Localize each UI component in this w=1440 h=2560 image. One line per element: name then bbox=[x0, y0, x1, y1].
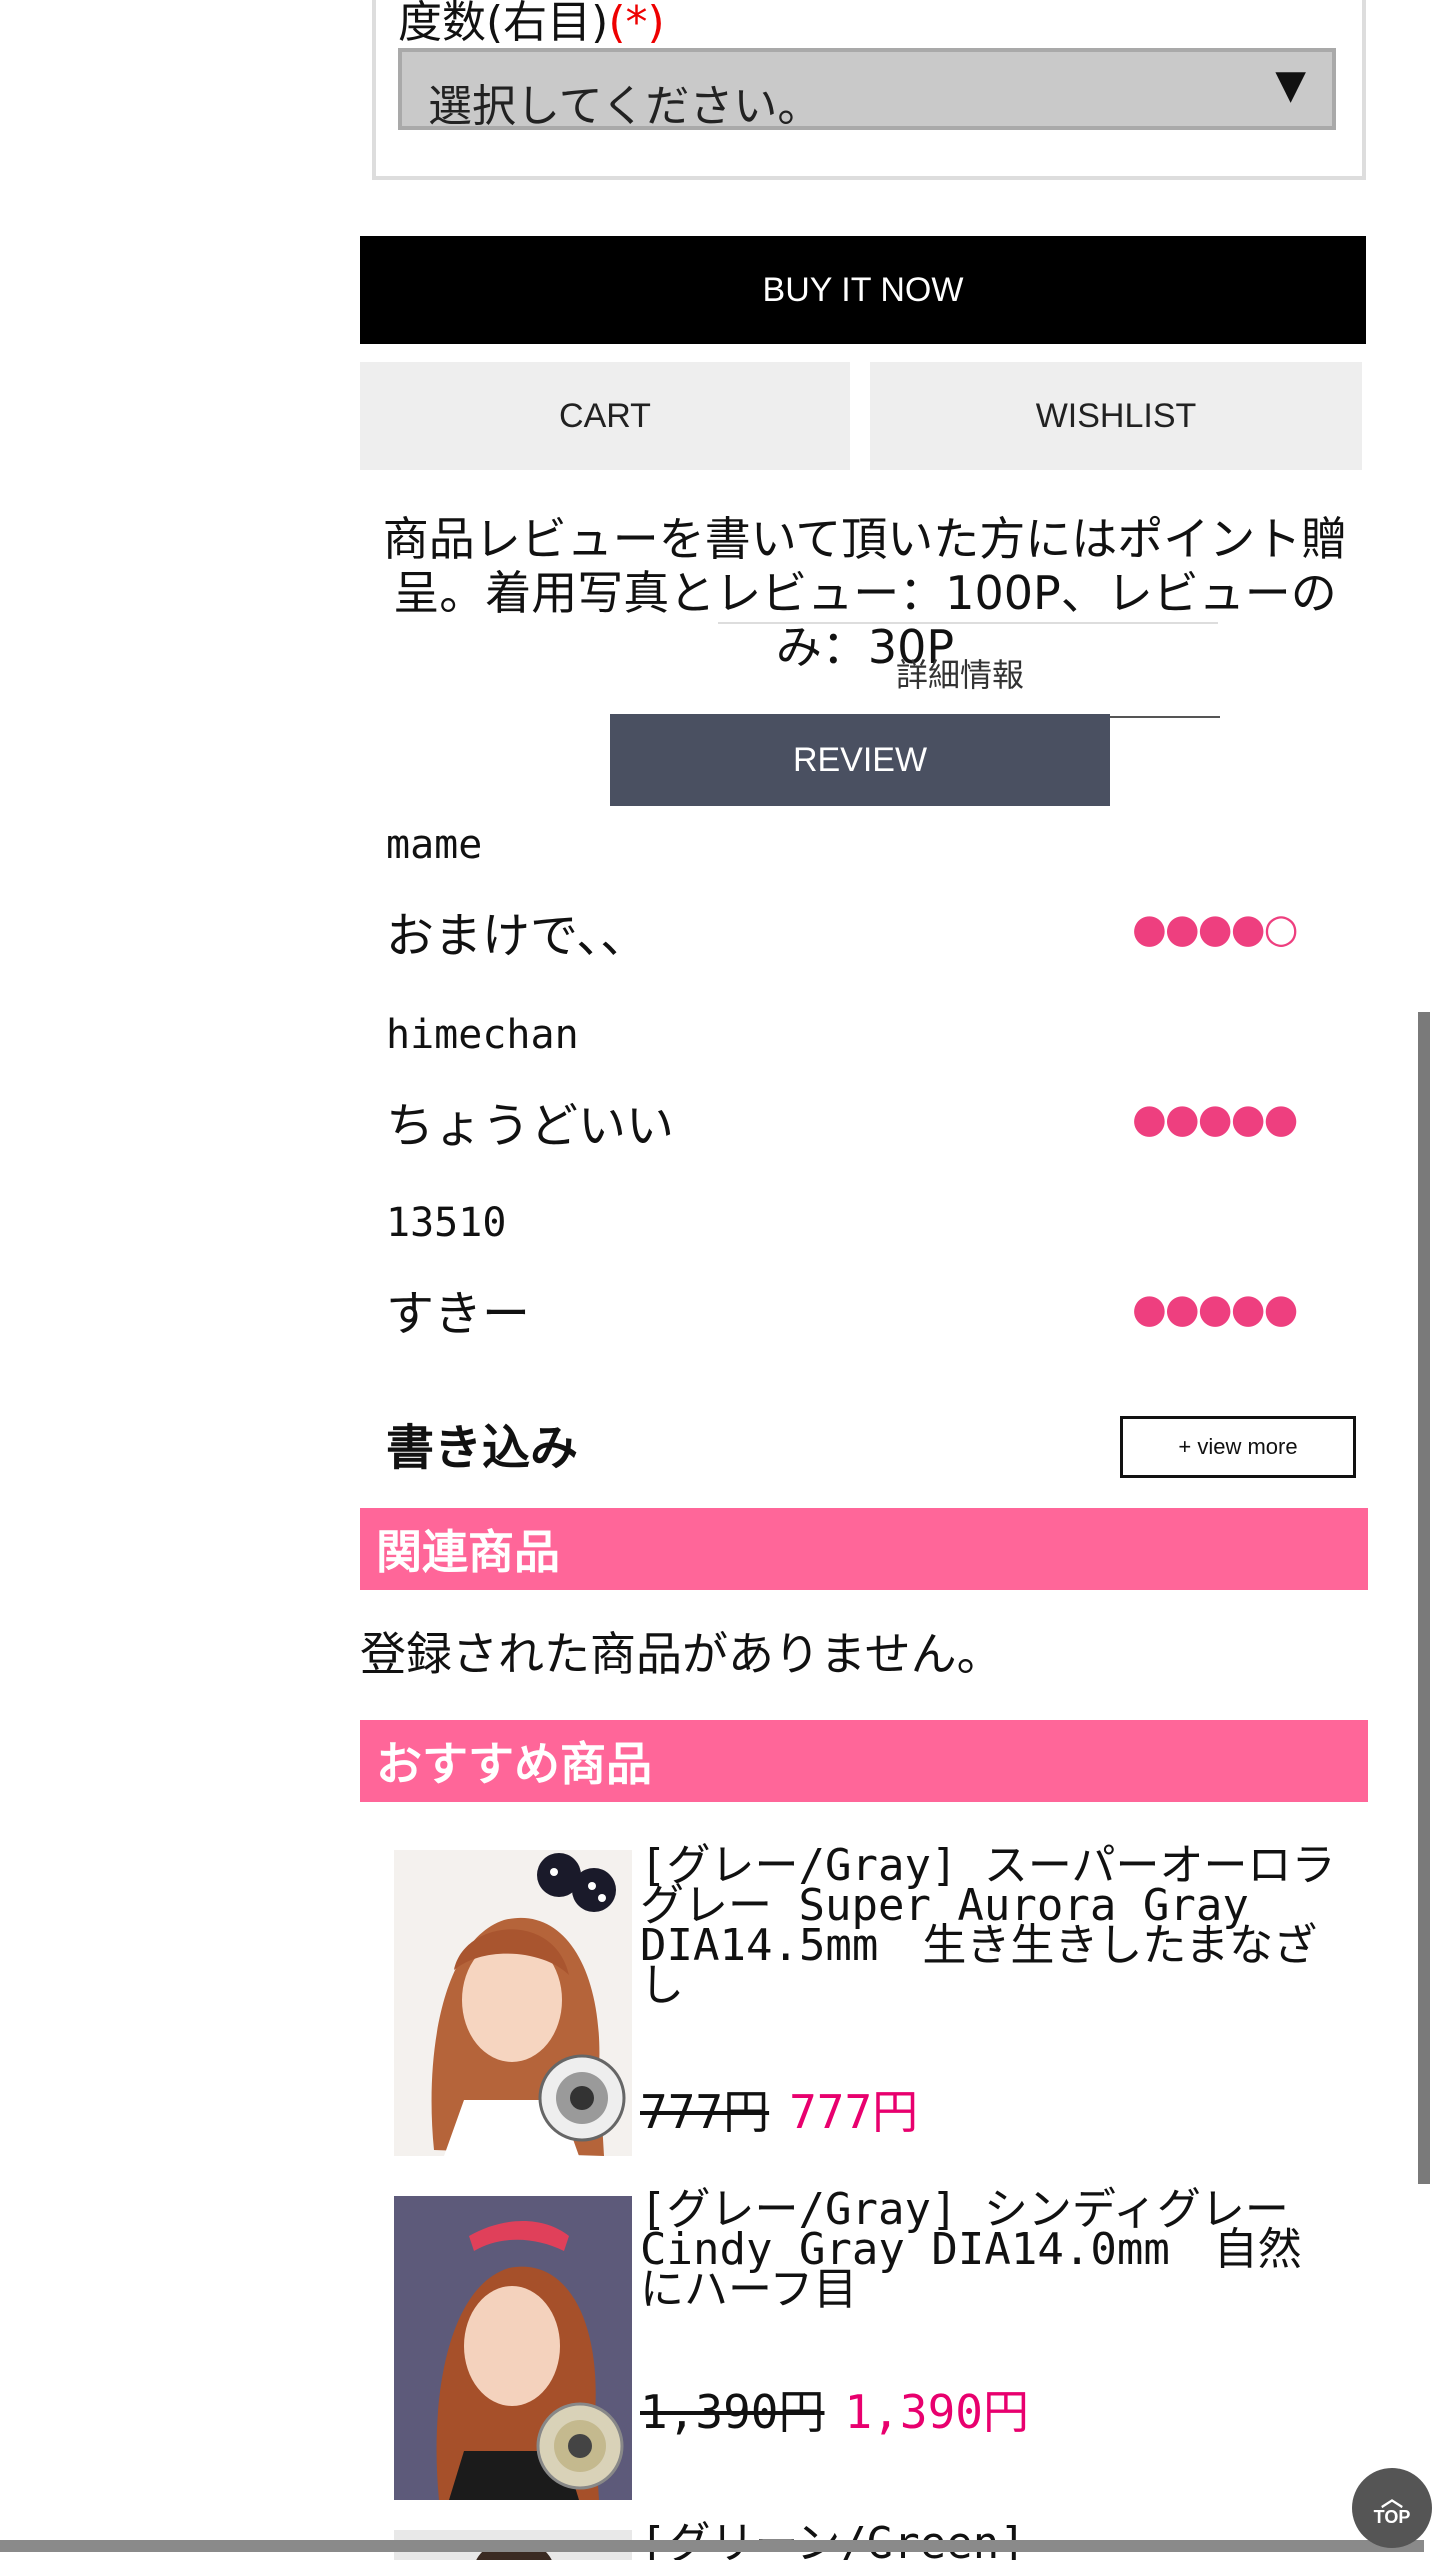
product-image[interactable] bbox=[394, 1850, 632, 2156]
back-to-top-button[interactable]: ︿ TOP bbox=[1352, 2468, 1432, 2548]
review-button[interactable]: REVIEW bbox=[610, 714, 1110, 806]
power-right-select[interactable]: 選択してください。 ▼ bbox=[398, 48, 1336, 130]
rating-stars: ●●●●● bbox=[1132, 1096, 1299, 1142]
rating-stars: ●●●●○ bbox=[1132, 906, 1299, 952]
horizontal-scrollbar[interactable] bbox=[0, 2540, 1424, 2552]
recommended-products-heading: おすすめ商品 bbox=[360, 1720, 1368, 1802]
model-photo-icon bbox=[394, 2196, 632, 2500]
review-point-notice: 商品レビューを書いて頂いた方にはポイント贈呈。着用写真とレビュー：100P、レビ… bbox=[382, 512, 1348, 674]
review-user: himechan bbox=[386, 1012, 579, 1058]
sale-price: 777円 bbox=[789, 2085, 919, 2139]
dropdown-arrow-icon: ▼ bbox=[1275, 62, 1306, 108]
detail-info-link[interactable]: 詳細情報 bbox=[896, 650, 1024, 696]
original-price: 777円 bbox=[640, 2085, 770, 2139]
top-label: TOP bbox=[1373, 2507, 1411, 2527]
original-price: 1,390円 bbox=[640, 2385, 825, 2439]
divider bbox=[1110, 716, 1220, 718]
required-mark: (*) bbox=[608, 0, 665, 48]
vertical-scrollbar[interactable] bbox=[1418, 1012, 1430, 2184]
sale-price: 1,390円 bbox=[844, 2385, 1029, 2439]
write-review-label: 書き込み bbox=[386, 1420, 579, 1476]
option-label: 度数(右目)(*) bbox=[398, 0, 665, 50]
buy-it-now-button[interactable]: BUY IT NOW bbox=[360, 236, 1366, 344]
rating-stars: ●●●●● bbox=[1132, 1286, 1299, 1332]
review-comment[interactable]: ちょうどいい bbox=[386, 1086, 674, 1156]
review-user: 13510 bbox=[386, 1200, 507, 1246]
view-more-button[interactable]: + view more bbox=[1120, 1416, 1356, 1478]
product-price: 777円 777円 bbox=[640, 2076, 918, 2142]
wishlist-button[interactable]: WISHLIST bbox=[870, 362, 1362, 470]
cart-button[interactable]: CART bbox=[360, 362, 850, 470]
product-name[interactable]: [グレー/Gray] スーパーオーロラグレー Super Aurora Gray… bbox=[640, 1844, 1340, 2008]
chevron-up-icon: ︿ bbox=[1380, 2486, 1403, 2511]
select-value: 選択してください。 bbox=[428, 81, 822, 130]
related-products-heading: 関連商品 bbox=[360, 1508, 1368, 1590]
review-user: mame bbox=[386, 822, 483, 868]
product-image[interactable] bbox=[394, 2196, 632, 2500]
review-comment[interactable]: すきー bbox=[386, 1274, 530, 1344]
divider bbox=[718, 622, 1218, 624]
product-price: 1,390円 1,390円 bbox=[640, 2376, 1029, 2442]
related-empty-message: 登録された商品がありません。 bbox=[360, 1627, 1003, 1681]
review-comment[interactable]: おまけで、、 bbox=[386, 896, 648, 966]
model-photo-icon bbox=[394, 1850, 632, 2156]
product-name[interactable]: [グレー/Gray] シンディグレー Cindy Gray DIA14.0mm … bbox=[640, 2188, 1340, 2312]
